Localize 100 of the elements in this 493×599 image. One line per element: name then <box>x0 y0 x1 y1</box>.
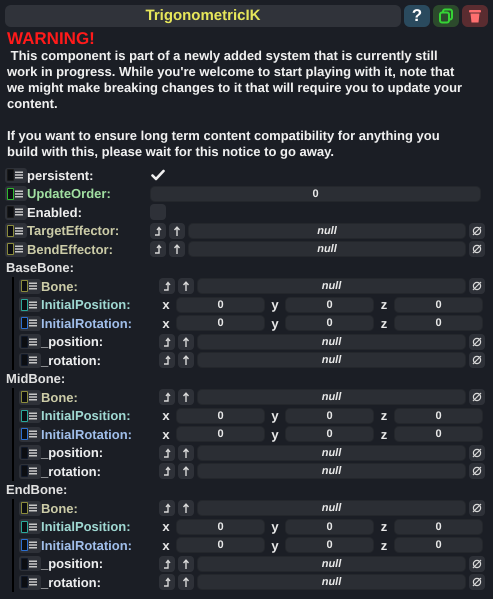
jump-button[interactable] <box>150 241 166 258</box>
jump-button[interactable] <box>159 389 175 406</box>
axis-label: y <box>270 407 280 425</box>
number-field[interactable]: 0 <box>150 186 481 202</box>
clear-button[interactable] <box>469 500 485 516</box>
clear-button[interactable] <box>469 389 485 406</box>
field-type-button[interactable] <box>19 445 41 460</box>
field-type-button[interactable] <box>5 242 27 257</box>
open-button[interactable] <box>169 241 185 258</box>
reference-field[interactable]: null <box>197 352 466 368</box>
jump-button[interactable] <box>159 463 175 480</box>
reference-field[interactable]: null <box>197 500 466 516</box>
number-field[interactable]: 0 <box>285 408 374 424</box>
field-type-button[interactable] <box>19 297 41 312</box>
number-field[interactable]: 0 <box>394 408 483 424</box>
axis-label: y <box>270 426 280 444</box>
help-button[interactable]: ? <box>404 5 430 27</box>
copy-icon <box>438 8 454 24</box>
number-field[interactable]: 0 <box>394 537 483 554</box>
axis-label: z <box>380 426 388 444</box>
number-field[interactable]: 0 <box>394 315 483 332</box>
axis-label: y <box>270 536 280 555</box>
field-type-button[interactable] <box>5 168 27 183</box>
field-type-button[interactable] <box>5 186 27 202</box>
reference-field[interactable]: null <box>197 574 466 590</box>
duplicate-button[interactable] <box>433 5 459 27</box>
reference-field[interactable]: null <box>197 389 466 406</box>
field-type-button[interactable] <box>19 426 41 442</box>
field-type-button[interactable] <box>19 278 41 294</box>
open-button[interactable] <box>178 574 194 590</box>
number-field[interactable]: 0 <box>285 537 374 554</box>
open-button[interactable] <box>169 222 185 239</box>
clear-button[interactable] <box>469 352 485 368</box>
number-field[interactable]: 0 <box>285 426 374 442</box>
number-field[interactable]: 0 <box>176 426 265 442</box>
number-field[interactable]: 0 <box>394 296 483 313</box>
number-field[interactable]: 0 <box>285 296 374 313</box>
field-type-button[interactable] <box>19 464 41 479</box>
clear-button[interactable] <box>469 278 485 294</box>
jump-button[interactable] <box>159 574 175 590</box>
open-button[interactable] <box>178 278 194 294</box>
clear-button[interactable] <box>469 241 485 258</box>
clear-button[interactable] <box>469 463 485 480</box>
number-field[interactable]: 0 <box>176 537 265 554</box>
clear-button[interactable] <box>469 444 485 461</box>
jump-button[interactable] <box>159 500 175 516</box>
checkbox[interactable] <box>150 167 166 184</box>
reference-field[interactable]: null <box>197 444 466 461</box>
field-label: InitialPosition: <box>41 518 131 536</box>
jump-button[interactable] <box>159 334 175 350</box>
hook-arrow-icon <box>162 577 172 588</box>
number-field[interactable]: 0 <box>176 408 265 424</box>
field-type-button[interactable] <box>19 352 41 368</box>
reference-field[interactable]: null <box>197 278 466 294</box>
field-type-button[interactable] <box>5 223 27 238</box>
reference-field[interactable]: null <box>197 463 466 480</box>
hook-arrow-icon <box>162 336 172 347</box>
field-type-button[interactable] <box>5 204 27 220</box>
reference-field[interactable]: null <box>197 334 466 350</box>
field-type-button[interactable] <box>19 500 41 516</box>
open-button[interactable] <box>178 500 194 516</box>
warning-text: If you want to ensure long term content compatibility for anything you build with this, please wait for this notice to go away. <box>7 128 441 160</box>
number-field[interactable]: 0 <box>285 518 374 535</box>
jump-button[interactable] <box>159 278 175 294</box>
clear-button[interactable] <box>469 574 485 590</box>
number-field[interactable]: 0 <box>285 315 374 332</box>
field-type-button[interactable] <box>19 316 41 331</box>
open-button[interactable] <box>178 352 194 368</box>
drag-handle-icon <box>29 393 37 402</box>
hook-arrow-icon <box>162 503 172 514</box>
jump-button[interactable] <box>159 556 175 572</box>
open-button[interactable] <box>178 389 194 406</box>
reference-field[interactable]: null <box>197 556 466 572</box>
number-field[interactable]: 0 <box>176 518 265 535</box>
field-type-button[interactable] <box>19 538 41 553</box>
open-button[interactable] <box>178 556 194 572</box>
clear-button[interactable] <box>469 334 485 350</box>
jump-button[interactable] <box>159 352 175 368</box>
field-type-button[interactable] <box>19 408 41 424</box>
number-field[interactable]: 0 <box>394 518 483 535</box>
clear-button[interactable] <box>469 222 485 239</box>
open-button[interactable] <box>178 444 194 461</box>
number-field[interactable]: 0 <box>394 426 483 442</box>
jump-button[interactable] <box>150 222 166 239</box>
field-type-button[interactable] <box>19 390 41 405</box>
number-field[interactable]: 0 <box>176 296 265 313</box>
reference-field[interactable]: null <box>188 241 466 258</box>
group-label: EndBone: <box>5 480 68 498</box>
open-button[interactable] <box>178 463 194 480</box>
jump-button[interactable] <box>159 444 175 461</box>
field-type-button[interactable] <box>19 519 41 534</box>
field-type-button[interactable] <box>19 574 41 590</box>
field-label: Bone: <box>41 278 78 296</box>
clear-button[interactable] <box>469 556 485 572</box>
delete-button[interactable] <box>462 5 488 27</box>
number-field[interactable]: 0 <box>176 315 265 332</box>
reference-field[interactable]: null <box>188 222 466 239</box>
field-type-button[interactable] <box>19 556 41 572</box>
field-type-button[interactable] <box>19 334 41 350</box>
open-button[interactable] <box>178 334 194 350</box>
